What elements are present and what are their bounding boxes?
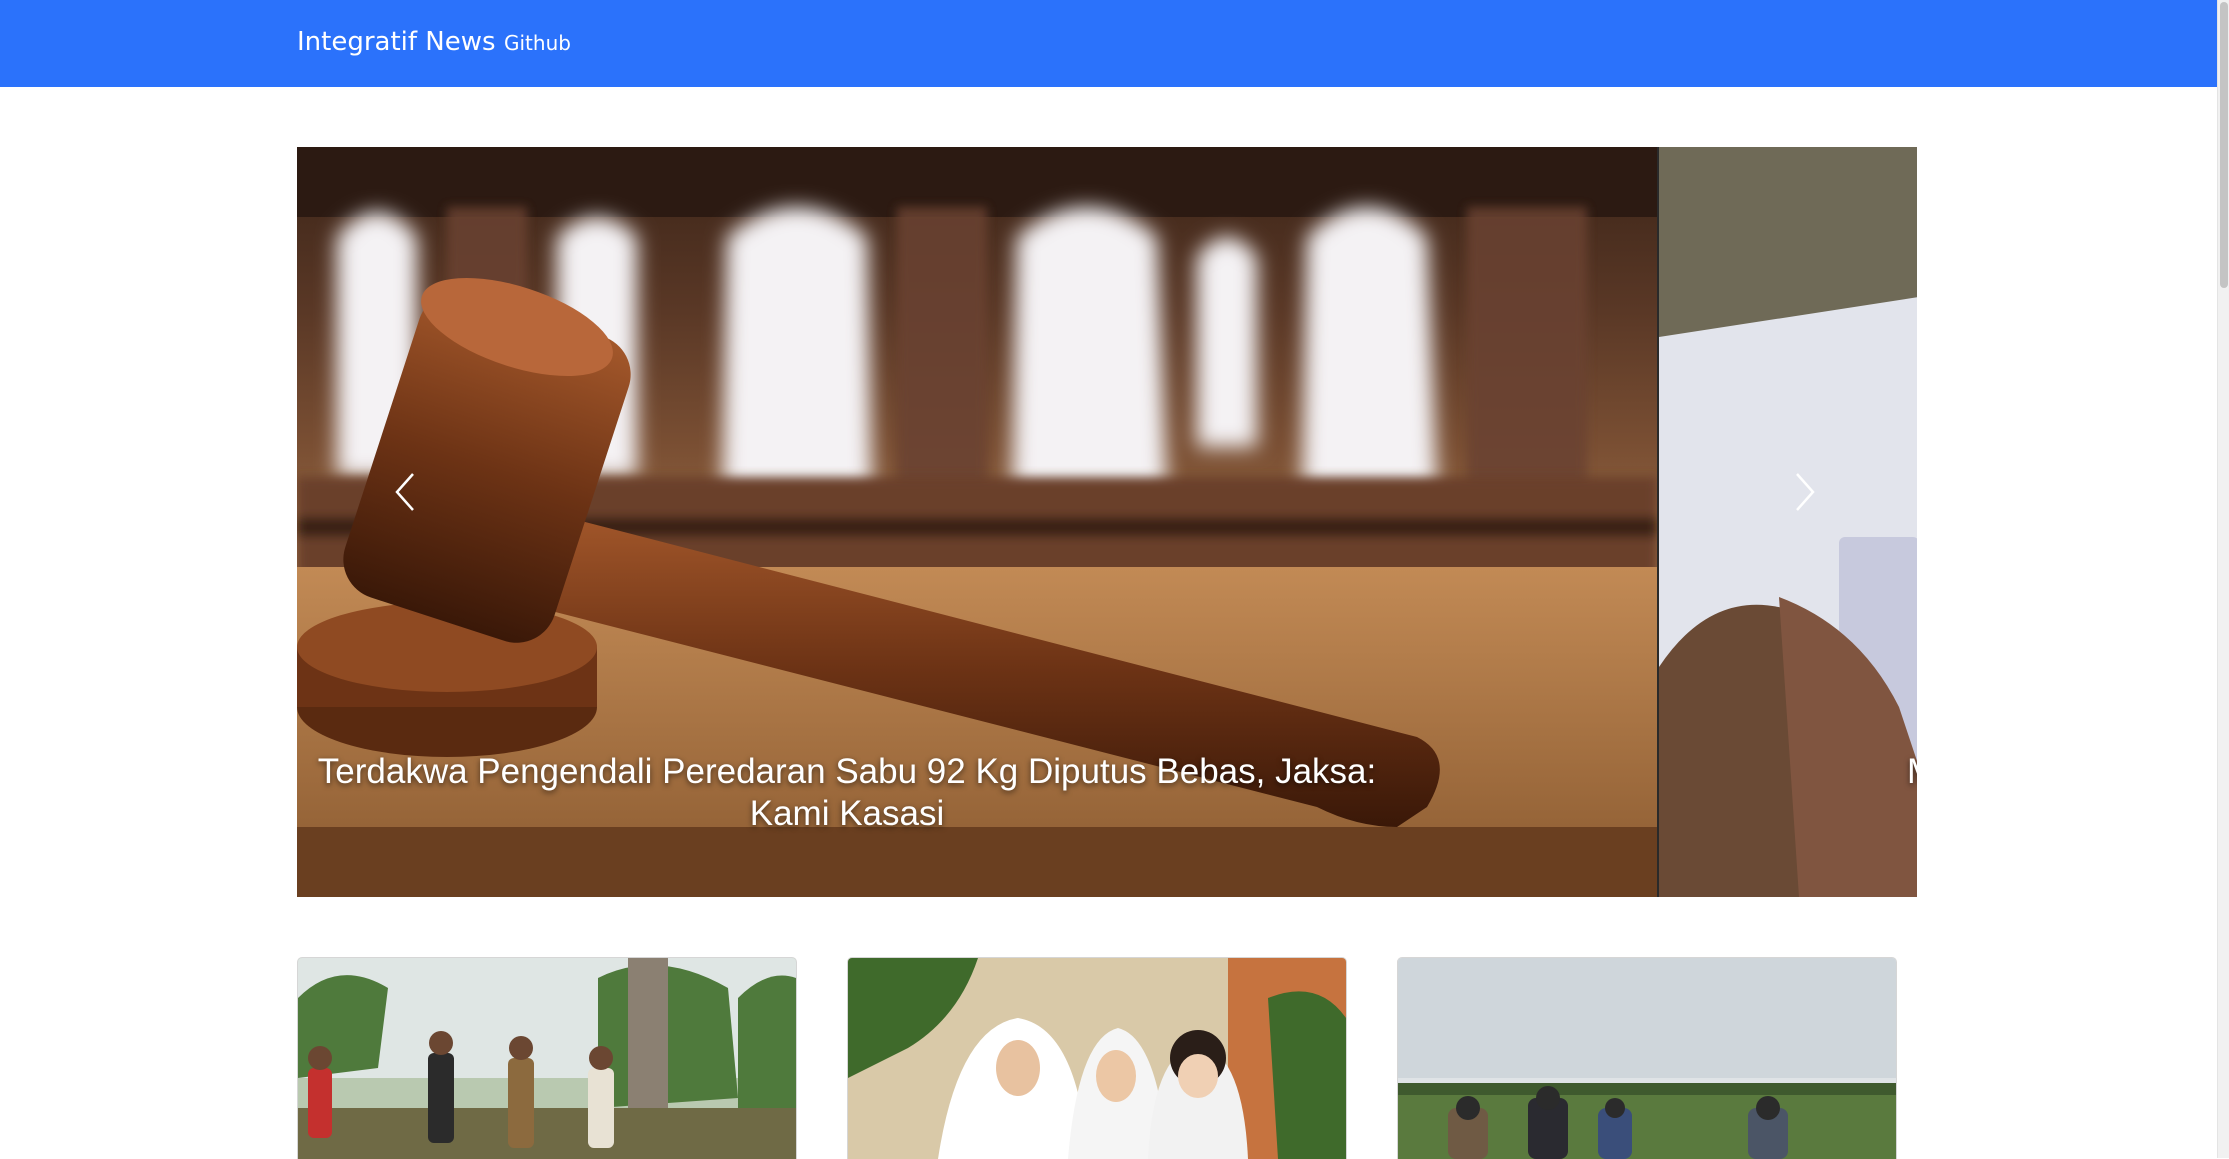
nav-link-github[interactable]: Github xyxy=(504,28,571,58)
carousel-next-button[interactable] xyxy=(1760,447,1850,537)
slide-caption-next: M xyxy=(1907,751,1917,793)
chevron-right-icon xyxy=(1796,473,1815,511)
brand-link[interactable]: Integratif News xyxy=(297,24,496,60)
page-scrollbar[interactable] xyxy=(2217,0,2229,1158)
chevron-left-icon xyxy=(395,473,414,511)
carousel-slide-active[interactable]: Terdakwa Pengendali Peredaran Sabu 92 Kg… xyxy=(297,147,1657,897)
news-card[interactable] xyxy=(1397,957,1897,1159)
villagers-coconut-trees-photo xyxy=(298,958,796,1159)
top-navbar: Integratif News Github xyxy=(0,0,2217,87)
headline-carousel: Terdakwa Pengendali Peredaran Sabu 92 Kg… xyxy=(297,147,1917,897)
slide-caption[interactable]: Terdakwa Pengendali Peredaran Sabu 92 Kg… xyxy=(297,751,1397,835)
news-card[interactable] xyxy=(847,957,1347,1159)
students-reading-photo xyxy=(848,958,1346,1159)
news-card[interactable] xyxy=(297,957,797,1159)
carousel-prev-button[interactable] xyxy=(360,447,450,537)
officials-field-photo xyxy=(1398,958,1896,1159)
scrollbar-thumb[interactable] xyxy=(2220,2,2228,288)
